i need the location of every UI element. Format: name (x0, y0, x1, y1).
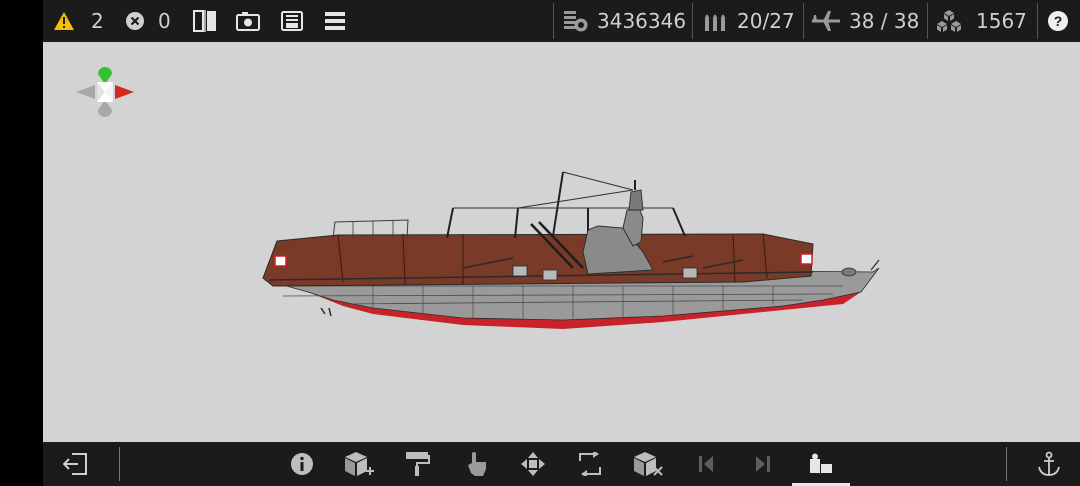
move-icon (520, 451, 546, 477)
main-menu-button[interactable] (324, 0, 346, 42)
separator (553, 3, 554, 39)
camera-icon (236, 11, 260, 31)
select-button[interactable] (456, 442, 496, 486)
separator (119, 447, 120, 481)
mirror-icon (193, 10, 217, 32)
rotate-icon (577, 452, 603, 476)
errors-button[interactable]: 0 (125, 0, 171, 42)
paint-button[interactable] (397, 442, 437, 486)
aircraft-icon (811, 9, 841, 33)
delete-block-icon (633, 451, 663, 477)
mirror-button[interactable] (193, 0, 217, 42)
separator (803, 3, 804, 39)
paint-icon (404, 451, 430, 477)
info-button[interactable] (282, 442, 322, 486)
separator (927, 3, 928, 39)
warnings-count: 2 (91, 9, 104, 33)
app-screen: 2 0 3436346 20/27 38 / 38 1567 ? (43, 0, 1080, 486)
aircraft-value: 38 / 38 (849, 9, 920, 33)
move-button[interactable] (513, 442, 553, 486)
next-icon (753, 454, 773, 474)
blocks-icon (936, 9, 962, 33)
warnings-button[interactable]: 2 (53, 0, 104, 42)
separator (692, 3, 693, 39)
cost-icon (563, 9, 589, 33)
anchor-button[interactable] (1029, 442, 1069, 486)
ammo-value: 20/27 (737, 9, 795, 33)
ammo-icon (703, 10, 727, 32)
menu-icon (324, 11, 346, 31)
aircraft-indicator: 38 / 38 (811, 0, 919, 42)
save-button[interactable] (281, 0, 303, 42)
workshop-button[interactable] (801, 442, 841, 486)
separator (1037, 3, 1038, 39)
blocks-value: 1567 (976, 9, 1027, 33)
cost-indicator: 3436346 (563, 0, 686, 42)
help-icon: ? (1047, 10, 1069, 32)
ship-model[interactable] (43, 42, 1080, 442)
bottom-toolbar (43, 442, 1080, 486)
previous-button[interactable] (686, 442, 726, 486)
exit-icon (63, 453, 87, 475)
warning-icon (53, 11, 75, 31)
cost-value: 3436346 (597, 9, 687, 33)
separator (1006, 447, 1007, 481)
ship-viewport[interactable] (43, 42, 1080, 442)
blocks-indicator: 1567 (936, 0, 1027, 42)
prev-icon (696, 454, 716, 474)
add-block-button[interactable] (339, 442, 379, 486)
info-icon (290, 452, 314, 476)
next-button[interactable] (743, 442, 783, 486)
delete-block-button[interactable] (628, 442, 668, 486)
errors-count: 0 (158, 9, 171, 33)
workshop-icon (809, 453, 833, 475)
exit-button[interactable] (55, 442, 95, 486)
select-icon (465, 451, 487, 477)
camera-button[interactable] (236, 0, 260, 42)
save-icon (281, 11, 303, 31)
svg-text:?: ? (1054, 13, 1063, 29)
add-block-icon (344, 451, 374, 477)
rotate-button[interactable] (570, 442, 610, 486)
top-toolbar: 2 0 3436346 20/27 38 / 38 1567 ? (43, 0, 1080, 42)
help-button[interactable]: ? (1047, 0, 1069, 42)
ammo-indicator: 20/27 (703, 0, 795, 42)
error-icon (125, 11, 145, 31)
anchor-icon (1037, 451, 1061, 477)
